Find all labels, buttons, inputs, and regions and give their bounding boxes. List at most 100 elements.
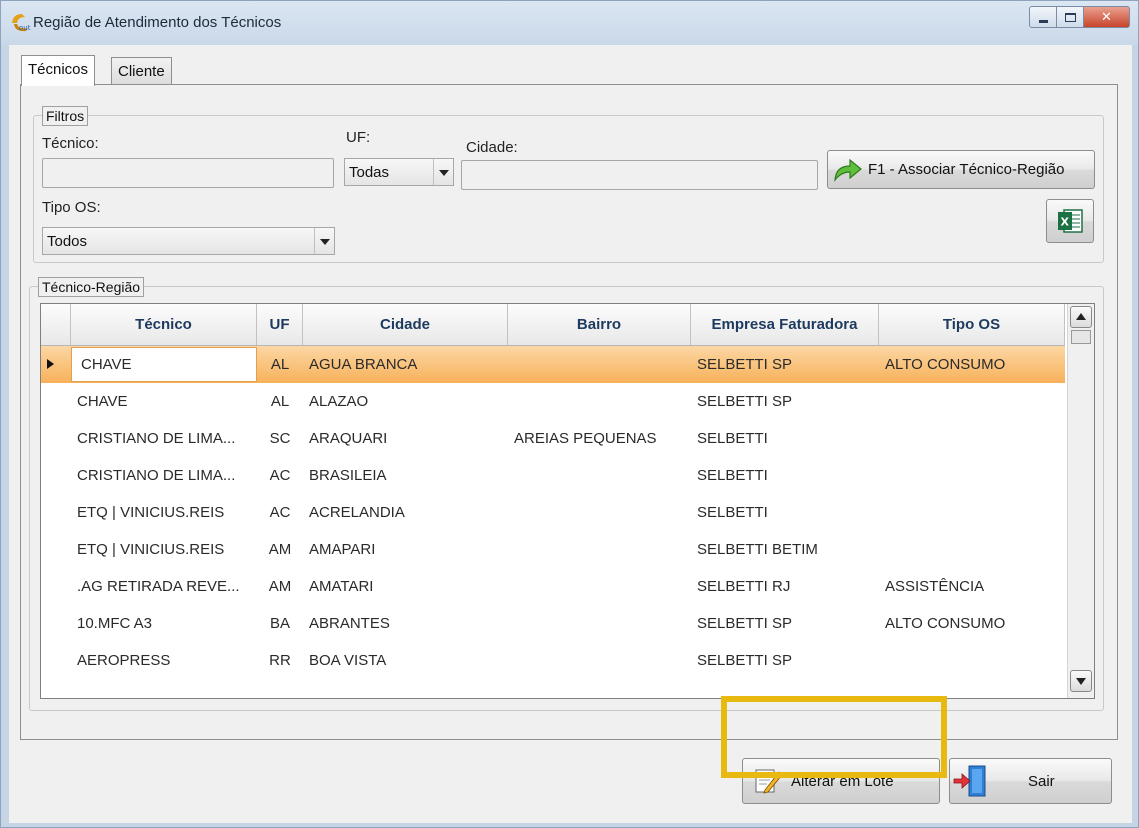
alterar-em-lote-label: Alterar em Lote	[791, 772, 894, 790]
cell-cidade[interactable]: ABRANTES	[303, 615, 508, 632]
close-icon: ✕	[1101, 9, 1112, 25]
cell-empresa[interactable]: SELBETTI	[691, 467, 879, 484]
cell-empresa[interactable]: SELBETTI BETIM	[691, 541, 879, 558]
uf-select[interactable]: Todas	[344, 158, 454, 186]
table-row[interactable]: .AG RETIRADA REVE... AM AMATARI SELBETTI RJ…	[41, 568, 1065, 605]
cell-cidade[interactable]: AMATARI	[303, 578, 508, 595]
table-row[interactable]: ETQ | VINICIUS.REIS AM AMAPARI SELBETTI BET…	[41, 531, 1065, 568]
window-title: Região de Atendimento dos Técnicos	[33, 14, 282, 31]
scroll-down-button[interactable]	[1070, 670, 1092, 692]
scroll-up-button[interactable]	[1070, 306, 1092, 328]
sair-button[interactable]: Sair	[949, 758, 1112, 804]
chevron-up-icon	[1076, 313, 1086, 320]
cell-tecnico[interactable]: CRISTIANO DE LIMA...	[71, 467, 257, 484]
cell-empresa[interactable]: SELBETTI SP	[691, 652, 879, 669]
column-header-empresa-faturadora[interactable]: Empresa Faturadora	[691, 304, 879, 345]
row-header[interactable]	[41, 356, 71, 373]
cell-cidade[interactable]: BRASILEIA	[303, 467, 508, 484]
table-row[interactable]: CHAVE AL ALAZAO SELBETTI SP	[41, 383, 1065, 420]
table-row[interactable]: CHAVE AL AGUA BRANCA SELBETTI SP ALTO CONSUM…	[41, 346, 1065, 383]
cidade-input[interactable]	[461, 160, 818, 190]
cell-uf[interactable]: SC	[257, 430, 303, 447]
column-header-tecnico[interactable]: Técnico	[71, 304, 257, 345]
cell-tecnico[interactable]: ETQ | VINICIUS.REIS	[71, 541, 257, 558]
maximize-icon	[1064, 12, 1076, 22]
app-window: out Região de Atendimento dos Técnicos ✕…	[0, 0, 1139, 828]
cell-cidade[interactable]: ARAQUARI	[303, 430, 508, 447]
exit-door-icon	[953, 765, 986, 797]
cell-uf[interactable]: AL	[257, 356, 303, 373]
export-excel-button[interactable]: X	[1046, 199, 1094, 243]
cell-tecnico[interactable]: ETQ | VINICIUS.REIS	[71, 504, 257, 521]
cell-tecnico[interactable]: CHAVE	[71, 393, 257, 410]
tab-page-tecnicos: Filtros Técnico: UF: Todas Cidade: F1 - …	[20, 84, 1118, 740]
cell-uf[interactable]: BA	[257, 615, 303, 632]
column-header-cidade[interactable]: Cidade	[303, 304, 508, 345]
grid-vertical-scrollbar[interactable]	[1067, 304, 1094, 698]
cell-tecnico[interactable]: AEROPRESS	[71, 652, 257, 669]
tecnico-regiao-grid[interactable]: Técnico UF Cidade Bairro Empresa Faturad…	[40, 303, 1095, 699]
title-bar[interactable]: out Região de Atendimento dos Técnicos ✕	[1, 1, 1138, 45]
cell-uf[interactable]: AL	[257, 393, 303, 410]
table-row[interactable]: CRISTIANO DE LIMA... SC ARAQUARI AREIAS PEQ…	[41, 420, 1065, 457]
cell-cidade[interactable]: AMAPARI	[303, 541, 508, 558]
tecnico-regiao-legend: Técnico-Região	[38, 277, 145, 297]
row-header-corner	[41, 304, 71, 345]
scroll-thumb[interactable]	[1071, 330, 1091, 344]
cell-tecnico[interactable]: 10.MFC A3	[71, 615, 257, 632]
chevron-down-icon	[1076, 678, 1086, 685]
close-button[interactable]: ✕	[1084, 6, 1130, 28]
cell-empresa[interactable]: SELBETTI SP	[691, 356, 879, 373]
table-row[interactable]: AEROPRESS RR BOA VISTA SELBETTI SP	[41, 642, 1065, 679]
tipo-os-select[interactable]: Todos	[42, 227, 335, 255]
tipo-os-select-value: Todos	[47, 233, 88, 250]
tab-tecnicos[interactable]: Técnicos	[21, 55, 96, 86]
cell-empresa[interactable]: SELBETTI SP	[691, 393, 879, 410]
app-logo-icon: out	[12, 14, 31, 32]
minimize-button[interactable]	[1029, 6, 1057, 28]
cell-empresa[interactable]: SELBETTI	[691, 504, 879, 521]
column-header-tipo-os[interactable]: Tipo OS	[879, 304, 1065, 345]
column-header-uf[interactable]: UF	[257, 304, 303, 345]
cell-empresa[interactable]: SELBETTI SP	[691, 615, 879, 632]
window-client-area: Técnicos Cliente Filtros Técnico: UF: To…	[9, 45, 1132, 823]
cell-cidade[interactable]: ALAZAO	[303, 393, 508, 410]
cell-uf[interactable]: RR	[257, 652, 303, 669]
table-row[interactable]: CRISTIANO DE LIMA... AC BRASILEIA SELBETTI	[41, 457, 1065, 494]
cell-tipo_os[interactable]: ALTO CONSUMO	[879, 356, 1065, 373]
cell-uf[interactable]: AM	[257, 541, 303, 558]
cell-uf[interactable]: AC	[257, 467, 303, 484]
grid-body: CHAVE AL AGUA BRANCA SELBETTI SP ALTO CONSUM…	[41, 346, 1065, 679]
cell-tecnico[interactable]: CHAVE	[71, 347, 257, 382]
chevron-down-icon	[433, 159, 453, 185]
cell-cidade[interactable]: ACRELANDIA	[303, 504, 508, 521]
cell-tecnico[interactable]: .AG RETIRADA REVE...	[71, 578, 257, 595]
column-header-bairro[interactable]: Bairro	[508, 304, 691, 345]
maximize-button[interactable]	[1057, 6, 1084, 28]
associar-tecnico-regiao-button[interactable]: F1 - Associar Técnico-Região	[827, 150, 1095, 189]
current-row-indicator-icon	[47, 359, 54, 369]
tecnico-input[interactable]	[42, 158, 334, 188]
cell-empresa[interactable]: SELBETTI RJ	[691, 578, 879, 595]
cell-uf[interactable]: AM	[257, 578, 303, 595]
cell-empresa[interactable]: SELBETTI	[691, 430, 879, 447]
svg-text:X: X	[1061, 216, 1070, 229]
tab-cliente[interactable]: Cliente	[111, 57, 172, 85]
filtros-group: Filtros Técnico: UF: Todas Cidade: F1 - …	[33, 106, 1104, 263]
cell-cidade[interactable]: BOA VISTA	[303, 652, 508, 669]
cell-cidade[interactable]: AGUA BRANCA	[303, 356, 508, 373]
svg-text:out: out	[19, 24, 31, 32]
alterar-em-lote-button[interactable]: Alterar em Lote	[742, 758, 940, 804]
table-row[interactable]: 10.MFC A3 BA ABRANTES SELBETTI SP ALTO CONSU…	[41, 605, 1065, 642]
cell-tecnico[interactable]: CRISTIANO DE LIMA...	[71, 430, 257, 447]
sair-label: Sair	[1028, 772, 1055, 790]
cell-tipo_os[interactable]: ASSISTÊNCIA	[879, 578, 1065, 595]
cell-bairro[interactable]: AREIAS PEQUENAS	[508, 430, 691, 447]
cell-tipo_os[interactable]: ALTO CONSUMO	[879, 615, 1065, 632]
uf-label: UF:	[346, 129, 371, 146]
associar-button-label: F1 - Associar Técnico-Região	[868, 161, 1065, 178]
table-row[interactable]: ETQ | VINICIUS.REIS AC ACRELANDIA SELBETTI	[41, 494, 1065, 531]
cell-uf[interactable]: AC	[257, 504, 303, 521]
uf-select-value: Todas	[349, 164, 390, 181]
grid-header: Técnico UF Cidade Bairro Empresa Faturad…	[41, 304, 1065, 346]
